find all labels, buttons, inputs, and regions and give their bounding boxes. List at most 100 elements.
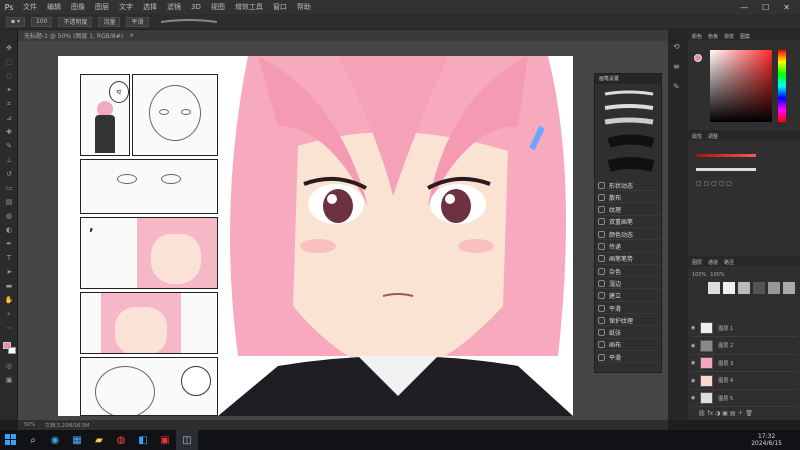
hand-tool-icon[interactable]: ✋ [4, 296, 14, 304]
menu-type[interactable]: 文字 [114, 2, 138, 12]
layer-fill[interactable]: 100% [710, 272, 724, 278]
visibility-eye-icon[interactable]: ◉ [691, 378, 695, 384]
marquee-tool-icon[interactable]: ⬚ [4, 58, 14, 66]
property-icons[interactable]: ▢ ▢ ▢ ▢ ▢ [696, 180, 786, 188]
tab-paths[interactable]: 路径 [724, 259, 734, 266]
edge-icon[interactable]: ◉ [44, 430, 66, 450]
color-picker-field[interactable] [710, 50, 772, 122]
property-slider[interactable] [696, 168, 756, 171]
layer-row[interactable]: ◉ 图层 4 [691, 373, 797, 390]
brush-option-row[interactable]: 纹理 [598, 205, 660, 216]
brush-option-row[interactable]: 平滑 [598, 352, 660, 364]
brush-option-row[interactable]: 画布 [598, 340, 660, 351]
property-slider[interactable] [696, 154, 756, 157]
smoothing-control[interactable]: 平滑 [126, 16, 149, 27]
document-canvas[interactable]: 哎 ʼ [58, 56, 573, 416]
zoom-level[interactable]: 50% [24, 422, 35, 428]
brush-option-row[interactable]: 颜色动态 [598, 229, 660, 241]
quick-mask-icon[interactable]: ◎ [4, 362, 14, 370]
brush-option-row[interactable]: 杂色 [598, 266, 660, 278]
menu-file[interactable]: 文件 [18, 2, 42, 12]
brush-option-row[interactable]: 画笔笔势 [598, 254, 660, 265]
close-tab-icon[interactable]: × [129, 32, 134, 39]
brush-option-row[interactable]: 保护纹理 [598, 315, 660, 327]
brush-size[interactable]: 100 [31, 16, 53, 27]
layer-row[interactable]: ◉ 图层 1 [691, 320, 797, 337]
brush-option-row[interactable]: 传递 [598, 242, 660, 253]
layer-row[interactable]: ◉ 图层 5 [691, 390, 797, 407]
menu-edit[interactable]: 编辑 [42, 2, 66, 12]
opacity-control[interactable]: 不透明度 [58, 16, 93, 27]
menu-image[interactable]: 图像 [66, 2, 90, 12]
tab-properties[interactable]: 属性 [692, 133, 702, 140]
brush-option-row[interactable]: 湿边 [598, 278, 660, 290]
menu-help[interactable]: 帮助 [292, 2, 316, 12]
brush-option-row[interactable]: 平滑 [598, 303, 660, 314]
brush-tip-previews[interactable] [601, 88, 657, 178]
brush-option-row[interactable]: 形状动态 [598, 180, 660, 191]
windows-start-icon[interactable] [0, 430, 22, 450]
layer-row[interactable]: ◉ 图层 3 [691, 355, 797, 372]
maximize-icon[interactable]: ☐ [762, 3, 769, 12]
layer-action-icons[interactable]: ⛓ fx ◑ ▣ ▤ ＋ 🗑 [698, 408, 794, 417]
menu-select[interactable]: 选择 [138, 2, 162, 12]
dodge-tool-icon[interactable]: ◐ [4, 226, 14, 234]
menu-filter[interactable]: 滤镜 [162, 2, 186, 12]
app-icon[interactable]: ◧ [132, 430, 154, 450]
search-icon[interactable]: ⌕ [22, 430, 44, 450]
blur-tool-icon[interactable]: ◍ [4, 212, 14, 220]
tab-patterns[interactable]: 图案 [740, 33, 750, 40]
menu-view[interactable]: 视图 [206, 2, 230, 12]
visibility-eye-icon[interactable]: ◉ [691, 395, 695, 401]
type-tool-icon[interactable]: T [4, 254, 14, 262]
tab-adjustments[interactable]: 调整 [708, 133, 718, 140]
tab-swatches[interactable]: 色板 [708, 33, 718, 40]
capture-icon[interactable]: ◫ [176, 430, 198, 450]
clone-stamp-icon[interactable]: ⊥ [4, 156, 14, 164]
brush-option-row[interactable]: 双重画笔 [598, 217, 660, 228]
explorer-icon[interactable]: ▦ [66, 430, 88, 450]
history-brush-icon[interactable]: ↺ [4, 170, 14, 178]
healing-brush-icon[interactable]: ✚ [4, 128, 14, 136]
menu-window[interactable]: 窗口 [268, 2, 292, 12]
system-clock[interactable]: 17:32 2024/6/15 [751, 433, 800, 447]
hue-slider[interactable] [778, 50, 786, 122]
more-tools-icon[interactable]: ⋯ [4, 324, 14, 332]
crop-tool-icon[interactable]: ⌗ [4, 100, 14, 108]
pen-tool-icon[interactable]: ✒ [4, 240, 14, 248]
close-icon[interactable]: ✕ [783, 3, 790, 12]
path-select-icon[interactable]: ➤ [4, 268, 14, 276]
properties-icon[interactable]: ≡ [673, 62, 680, 71]
brush-icon[interactable]: ✎ [673, 82, 680, 91]
visibility-eye-icon[interactable]: ◉ [691, 360, 695, 366]
menu-plugins[interactable]: 增效工具 [230, 2, 268, 12]
menu-layer[interactable]: 图层 [90, 2, 114, 12]
tab-gradients[interactable]: 渐变 [724, 33, 734, 40]
current-color-swatch[interactable] [694, 54, 702, 62]
brush-option-row[interactable]: 散布 [598, 192, 660, 204]
document-tab[interactable]: 无标题-1 @ 50% (图层 1, RGB/8#) × [18, 30, 668, 41]
minimize-icon[interactable]: — [740, 3, 748, 12]
tab-layers[interactable]: 图层 [692, 259, 702, 266]
visibility-eye-icon[interactable]: ◉ [691, 343, 695, 349]
tab-channels[interactable]: 通道 [708, 259, 718, 266]
history-icon[interactable]: ⟲ [673, 42, 680, 51]
brush-option-row[interactable]: 纸张 [598, 328, 660, 339]
background-color-swatch[interactable] [8, 347, 16, 354]
magic-wand-icon[interactable]: ✦ [4, 86, 14, 94]
gradient-tool-icon[interactable]: ▤ [4, 198, 14, 206]
zoom-tool-icon[interactable]: ⌕ [4, 310, 14, 318]
brush-option-row[interactable]: 建立 [598, 291, 660, 302]
menu-3d[interactable]: 3D [186, 3, 206, 11]
chrome-icon[interactable]: ◍ [110, 430, 132, 450]
files-icon[interactable]: ▰ [88, 430, 110, 450]
layer-opacity[interactable]: 100% [692, 272, 706, 278]
layer-row[interactable]: ◉ 图层 2 [691, 338, 797, 355]
shape-tool-icon[interactable]: ▬ [4, 282, 14, 290]
flow-control[interactable]: 流量 [98, 16, 121, 27]
screen-mode-icon[interactable]: ▣ [4, 376, 14, 384]
visibility-eye-icon[interactable]: ◉ [691, 325, 695, 331]
brush-tool-icon[interactable]: ✎ [4, 142, 14, 150]
eraser-icon[interactable]: ▭ [4, 184, 14, 192]
tab-color[interactable]: 颜色 [692, 33, 702, 40]
